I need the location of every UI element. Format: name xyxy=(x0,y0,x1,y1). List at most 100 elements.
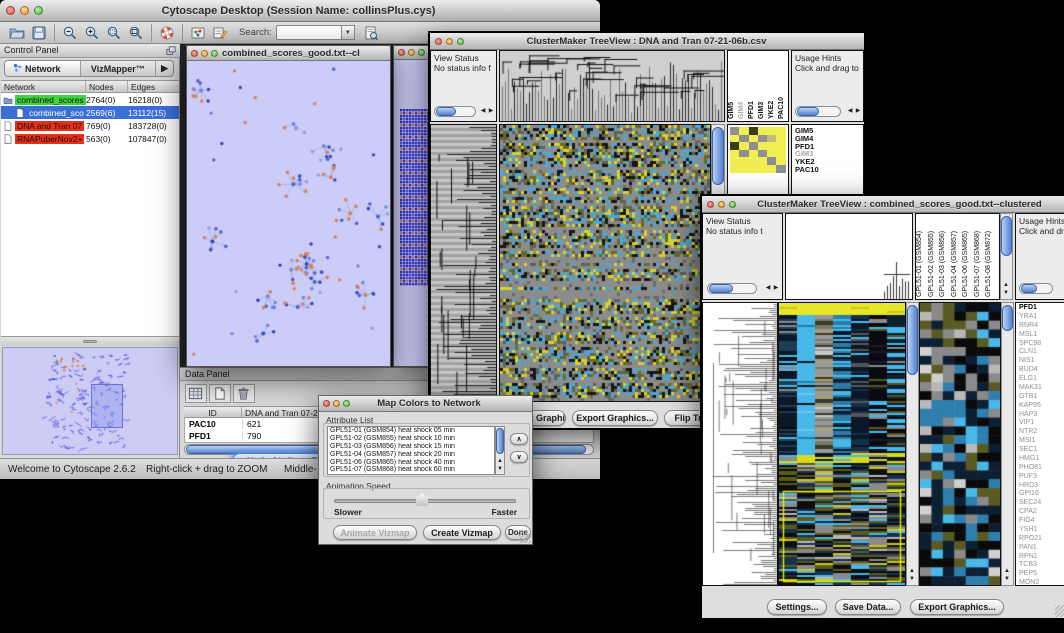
array-label[interactable]: GPL51-03 (GSM856) xyxy=(939,214,951,299)
gene-label[interactable]: HRD3 xyxy=(1019,482,1064,491)
minimize-icon[interactable] xyxy=(333,400,340,407)
tv2-status-hscrollbar[interactable] xyxy=(707,283,757,294)
matrix-cell[interactable] xyxy=(749,157,758,165)
attribute-list-vscrollbar[interactable]: ▲ ▼ xyxy=(495,426,505,475)
move-up-button[interactable]: ∧ xyxy=(510,433,528,445)
tv2-zoom-vscrollbar[interactable]: ▲ ▼ xyxy=(1001,302,1014,586)
gene-label[interactable]: PEP5 xyxy=(1019,570,1064,579)
minimize-icon[interactable] xyxy=(408,49,415,56)
column-header-network[interactable]: Network xyxy=(1,81,86,92)
tv1-global-heatmap-canvas[interactable] xyxy=(500,125,710,401)
tv1-zoom-matrix[interactable] xyxy=(730,127,786,173)
matrix-cell[interactable] xyxy=(758,157,767,165)
matrix-cell[interactable] xyxy=(739,127,748,135)
open-file-icon[interactable] xyxy=(9,25,25,41)
array-label[interactable]: GPL51-07 (GSM868) xyxy=(974,214,986,299)
array-label[interactable]: GPL51-02 (GSM855) xyxy=(928,214,940,299)
resize-grip[interactable] xyxy=(519,531,531,543)
matrix-cell[interactable] xyxy=(730,150,739,158)
dialog-titlebar[interactable]: Map Colors to Network xyxy=(319,396,532,412)
array-label[interactable]: GIM4 xyxy=(738,51,748,121)
zoom-fit-icon[interactable] xyxy=(128,25,144,41)
speed-slider-thumb[interactable] xyxy=(416,493,428,506)
tv2-zoom-heatmap-canvas[interactable] xyxy=(920,303,1000,585)
array-label[interactable]: GPL51-08 (GSM872) xyxy=(985,214,997,299)
zoom-window-icon[interactable] xyxy=(343,400,350,407)
hscroll-thumb[interactable] xyxy=(1021,284,1037,293)
scroll-down-icon[interactable]: ▼ xyxy=(908,576,916,583)
hscroll-thumb[interactable] xyxy=(436,107,456,116)
treeview1-titlebar[interactable]: ClusterMaker TreeView : DNA and Tran 07-… xyxy=(430,33,864,50)
gene-label[interactable]: RNR4 xyxy=(1019,322,1064,331)
zoom-in-icon[interactable] xyxy=(84,25,100,41)
matrix-cell[interactable] xyxy=(776,157,785,165)
matrix-cell[interactable] xyxy=(749,127,758,135)
tv1-status-hscrollbar[interactable] xyxy=(434,106,476,117)
tv2-save-data-button[interactable]: Save Data... xyxy=(835,599,901,615)
save-icon[interactable] xyxy=(31,25,47,41)
help-lifering-icon[interactable] xyxy=(159,25,175,41)
main-titlebar[interactable]: Cytoscape Desktop (Session Name: collins… xyxy=(0,0,600,22)
array-label[interactable]: GPL51-04 (GSM857) xyxy=(951,214,963,299)
tv2-heatmap-vscrollbar[interactable]: ▲ ▼ xyxy=(906,302,919,586)
matrix-cell[interactable] xyxy=(776,142,785,150)
minimize-icon[interactable] xyxy=(201,50,208,57)
tv2-array-dendrogram-canvas[interactable] xyxy=(786,214,912,299)
matrix-cell[interactable] xyxy=(758,135,767,143)
scroll-right-icon[interactable]: ▶ xyxy=(854,108,862,115)
scroll-right-icon[interactable]: ▶ xyxy=(772,285,780,292)
gene-label[interactable]: VIP1 xyxy=(1019,419,1064,428)
gene-label[interactable]: YRA1 xyxy=(1019,313,1064,322)
gene-label[interactable]: PAC10 xyxy=(795,166,863,174)
tv1-array-labels-panel[interactable]: GIM5GIM4PFD1GIM3YKE2PAC10 xyxy=(727,50,789,122)
edit-panel-icon[interactable] xyxy=(212,25,228,41)
array-label[interactable]: YKE2 xyxy=(768,51,778,121)
new-attribute-icon[interactable] xyxy=(209,384,231,403)
network-row[interactable]: combined_sco2569(6)13112(15) xyxy=(1,106,179,119)
matrix-cell[interactable] xyxy=(730,157,739,165)
matrix-cell[interactable] xyxy=(758,165,767,173)
matrix-cell[interactable] xyxy=(776,127,785,135)
array-label[interactable]: PAC10 xyxy=(778,51,788,121)
tab-network[interactable]: Network xyxy=(5,61,81,76)
zoom-window-icon[interactable] xyxy=(418,49,425,56)
tv1-hints-hscrollbar[interactable] xyxy=(795,106,841,117)
scroll-left-icon[interactable]: ◀ xyxy=(846,108,854,115)
tv1-export-graphics-button[interactable]: Export Graphics... xyxy=(572,410,658,426)
gene-label[interactable]: SEC24 xyxy=(1019,499,1064,508)
gene-label[interactable]: PFD1 xyxy=(1019,304,1064,313)
scroll-down-icon[interactable]: ▼ xyxy=(1003,576,1011,583)
array-label[interactable]: GPL51-06 (GSM865) xyxy=(962,214,974,299)
tv2-gene-dendrogram-canvas[interactable] xyxy=(703,303,777,585)
matrix-cell[interactable] xyxy=(739,165,748,173)
matrix-cell[interactable] xyxy=(730,165,739,173)
matrix-cell[interactable] xyxy=(776,135,785,143)
matrix-cell[interactable] xyxy=(749,150,758,158)
gene-label[interactable]: HAP3 xyxy=(1019,411,1064,420)
scroll-right-icon[interactable]: ▶ xyxy=(487,108,495,115)
matrix-cell[interactable] xyxy=(730,127,739,135)
resize-grip[interactable] xyxy=(1055,605,1064,617)
gene-label[interactable]: MAK31 xyxy=(1019,384,1064,393)
matrix-cell[interactable] xyxy=(767,157,776,165)
attribute-item[interactable]: GPL51-06 (GSM865) heat shock 40 min xyxy=(328,459,494,467)
advanced-search-icon[interactable] xyxy=(363,25,379,41)
tv1-gene-dendrogram-canvas[interactable] xyxy=(431,125,496,401)
tv2-settings-button[interactable]: Settings... xyxy=(767,599,827,615)
tv1-global-heatmap[interactable] xyxy=(499,124,711,402)
matrix-cell[interactable] xyxy=(758,127,767,135)
array-label[interactable]: GPL51-01 (GSM854) xyxy=(916,214,928,299)
birdseye-viewport-rect[interactable] xyxy=(91,384,123,428)
tab-overflow-arrow-icon[interactable]: ▶ xyxy=(156,61,173,76)
tv2-gene-dendrogram[interactable] xyxy=(702,302,778,586)
column-header-nodes[interactable]: Nodes xyxy=(86,81,128,92)
annotation-icon[interactable] xyxy=(190,25,206,41)
close-icon[interactable] xyxy=(191,50,198,57)
vscroll-thumb[interactable] xyxy=(907,305,918,375)
close-icon[interactable] xyxy=(398,49,405,56)
gene-label[interactable]: SPC98 xyxy=(1019,340,1064,349)
gene-label[interactable]: RPN1 xyxy=(1019,553,1064,562)
panel-splitter[interactable] xyxy=(1,337,179,346)
matrix-cell[interactable] xyxy=(758,142,767,150)
zoom-window-icon[interactable] xyxy=(211,50,218,57)
